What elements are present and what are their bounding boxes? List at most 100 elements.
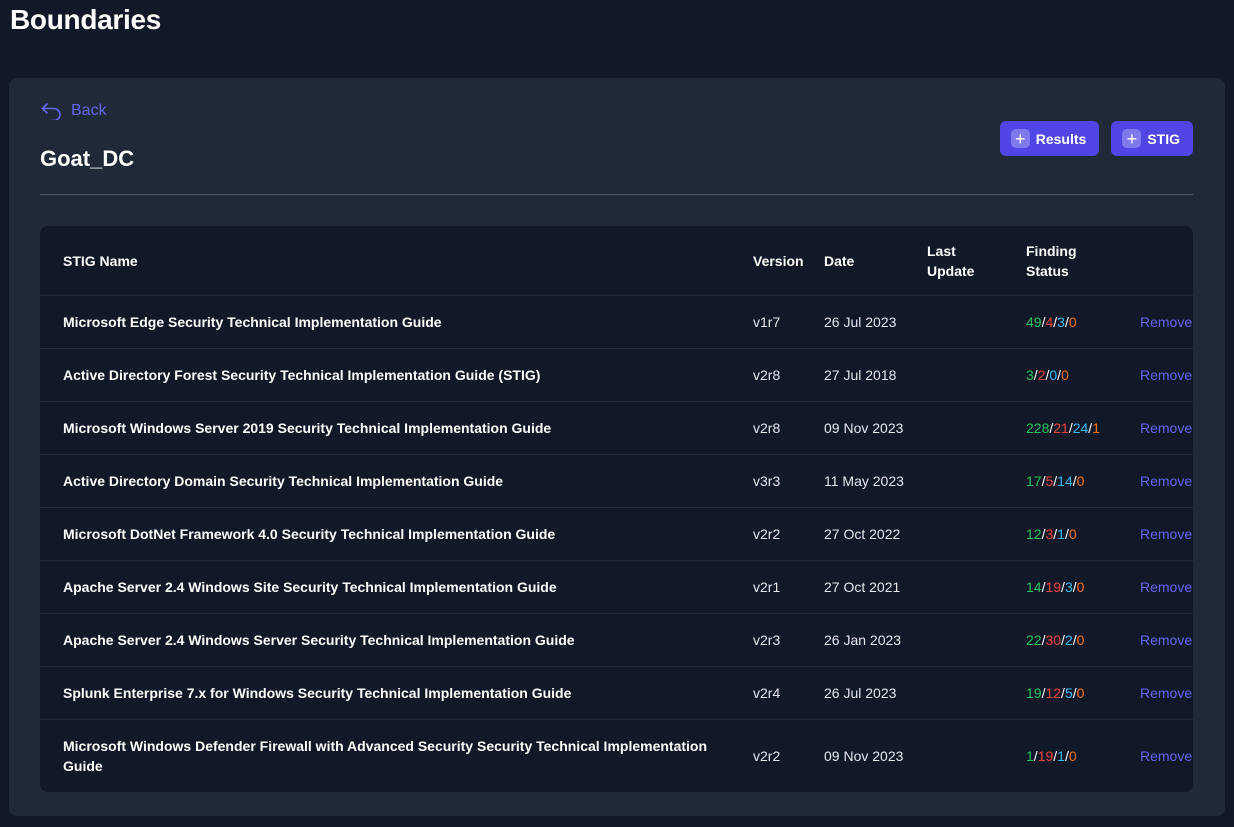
boundary-panel: Back Goat_DC + Results + STIG STIG Name … — [9, 78, 1225, 816]
status-cat3-count: 0 — [1068, 748, 1077, 764]
header-actions — [1140, 226, 1193, 296]
action-cell: Remove — [1140, 719, 1193, 792]
date-cell: 11 May 2023 — [824, 454, 927, 508]
version-cell: v2r3 — [753, 613, 824, 667]
version-cell: v2r1 — [753, 560, 824, 614]
last-update-cell — [927, 719, 1026, 792]
header-last-update: Last Update — [927, 226, 1026, 296]
header-finding-status-line1: Finding — [1026, 242, 1077, 259]
finding-status-cell: 12/3/1/0 — [1026, 507, 1140, 561]
remove-button[interactable]: Remove — [1140, 526, 1192, 542]
table-row: Microsoft Edge Security Technical Implem… — [40, 295, 1193, 349]
add-results-label: Results — [1035, 130, 1087, 147]
status-open-count: 19 — [1026, 685, 1042, 701]
page-title: Boundaries — [10, 4, 162, 35]
stig-name-cell: Apache Server 2.4 Windows Site Security … — [40, 560, 753, 614]
status-cat2-count: 1 — [1057, 748, 1065, 764]
stig-name-cell: Active Directory Domain Security Technic… — [40, 454, 753, 508]
add-stig-label: STIG — [1147, 130, 1180, 147]
back-link[interactable]: Back — [41, 102, 107, 120]
remove-button[interactable]: Remove — [1140, 367, 1192, 383]
last-update-cell — [927, 560, 1026, 614]
status-cat3-count: 0 — [1076, 632, 1085, 648]
finding-status-cell: 49/4/3/0 — [1026, 295, 1140, 349]
remove-button[interactable]: Remove — [1140, 579, 1192, 595]
status-cat1-count: 19 — [1037, 748, 1054, 764]
table-row: Apache Server 2.4 Windows Server Securit… — [40, 613, 1193, 667]
status-cat2-count: 3 — [1064, 579, 1073, 595]
status-cat2-count: 2 — [1064, 632, 1073, 648]
status-cat3-count: 0 — [1076, 473, 1085, 489]
last-update-cell — [927, 613, 1026, 667]
header-finding-status: Finding Status — [1026, 226, 1140, 296]
action-cell: Remove — [1140, 666, 1193, 720]
status-cat3-count: 1 — [1092, 420, 1100, 436]
add-results-button[interactable]: + Results — [999, 121, 1100, 156]
date-cell: 26 Jul 2023 — [824, 666, 927, 720]
status-cat2-count: 24 — [1072, 420, 1089, 436]
header-version: Version — [753, 252, 804, 269]
status-cat2-count: 0 — [1049, 367, 1058, 383]
header-date: Date — [824, 252, 855, 269]
header-finding-status-line2: Status — [1026, 262, 1069, 279]
status-cat1-count: 12 — [1045, 685, 1062, 701]
date-cell: 09 Nov 2023 — [824, 401, 927, 455]
date-cell: 09 Nov 2023 — [824, 719, 927, 792]
status-open-count: 49 — [1026, 314, 1042, 330]
plus-icon: + — [1010, 129, 1030, 148]
status-cat2-count: 1 — [1057, 526, 1065, 542]
status-cat3-count: 0 — [1068, 314, 1077, 330]
status-cat3-count: 0 — [1068, 526, 1077, 542]
status-open-count: 14 — [1026, 579, 1042, 595]
header-last-update-line1: Last — [927, 242, 956, 259]
stig-name-cell: Microsoft Windows Server 2019 Security T… — [40, 401, 753, 455]
last-update-cell — [927, 507, 1026, 561]
date-cell: 27 Oct 2022 — [824, 507, 927, 561]
stig-name-cell: Microsoft Windows Defender Firewall with… — [40, 719, 753, 792]
finding-status-cell: 1/19/1/0 — [1026, 719, 1140, 792]
version-cell: v3r3 — [753, 454, 824, 508]
action-cell: Remove — [1140, 295, 1193, 349]
date-cell: 26 Jul 2023 — [824, 295, 927, 349]
divider — [40, 194, 1193, 195]
header-stig-name: STIG Name — [63, 252, 138, 269]
last-update-cell — [927, 348, 1026, 402]
action-buttons: + Results + STIG — [999, 121, 1193, 156]
add-stig-button[interactable]: + STIG — [1111, 121, 1193, 156]
remove-button[interactable]: Remove — [1140, 748, 1192, 764]
back-arrow-icon — [41, 102, 63, 120]
status-open-count: 3 — [1026, 367, 1034, 383]
last-update-cell — [927, 454, 1026, 508]
version-cell: v2r2 — [753, 719, 824, 792]
action-cell: Remove — [1140, 348, 1193, 402]
finding-status-cell: 14/19/3/0 — [1026, 560, 1140, 614]
last-update-cell — [927, 401, 1026, 455]
table-row: Active Directory Forest Security Technic… — [40, 348, 1193, 402]
table-row: Microsoft Windows Defender Firewall with… — [40, 719, 1193, 792]
status-cat3-count: 0 — [1076, 685, 1085, 701]
last-update-cell — [927, 295, 1026, 349]
status-cat1-count: 19 — [1045, 579, 1062, 595]
date-cell: 27 Jul 2018 — [824, 348, 927, 402]
status-open-count: 22 — [1026, 632, 1042, 648]
stig-name-cell: Apache Server 2.4 Windows Server Securit… — [40, 613, 753, 667]
version-cell: v2r2 — [753, 507, 824, 561]
status-cat1-count: 21 — [1053, 420, 1069, 436]
table-row: Apache Server 2.4 Windows Site Security … — [40, 560, 1193, 614]
status-cat1-count: 30 — [1045, 632, 1062, 648]
status-cat3-count: 0 — [1061, 367, 1069, 383]
status-cat3-count: 0 — [1076, 579, 1085, 595]
date-cell: 27 Oct 2021 — [824, 560, 927, 614]
finding-status-cell: 17/5/14/0 — [1026, 454, 1140, 508]
action-cell: Remove — [1140, 401, 1193, 455]
remove-button[interactable]: Remove — [1140, 314, 1192, 330]
status-cat2-count: 5 — [1064, 685, 1073, 701]
remove-button[interactable]: Remove — [1140, 420, 1192, 436]
remove-button[interactable]: Remove — [1140, 632, 1192, 648]
remove-button[interactable]: Remove — [1140, 685, 1192, 701]
version-cell: v1r7 — [753, 295, 824, 349]
remove-button[interactable]: Remove — [1140, 473, 1192, 489]
table-row: Microsoft Windows Server 2019 Security T… — [40, 401, 1193, 455]
table-row: Microsoft DotNet Framework 4.0 Security … — [40, 507, 1193, 561]
status-open-count: 12 — [1026, 526, 1042, 542]
